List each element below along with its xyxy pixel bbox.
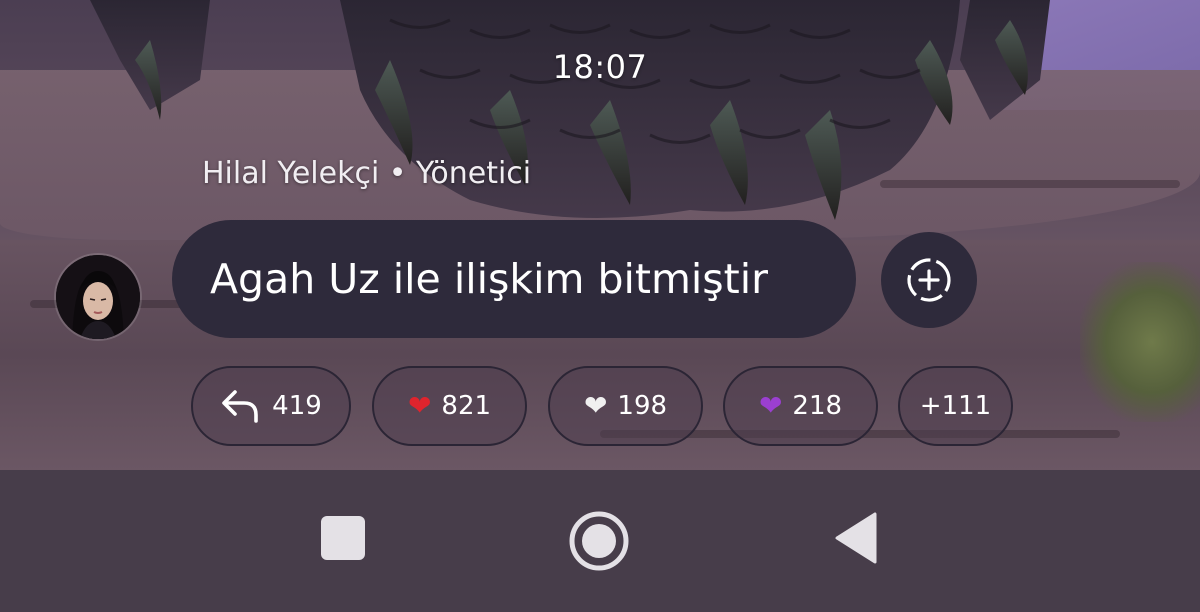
reaction-red-heart[interactable]: ❤ 821: [372, 366, 527, 446]
home-button[interactable]: [566, 508, 632, 574]
reaction-count: 821: [441, 391, 492, 421]
reaction-count: 198: [617, 391, 668, 421]
add-circle-dashed-icon: [907, 258, 951, 302]
white-heart-icon: ❤: [583, 389, 608, 422]
avatar[interactable]: [56, 255, 140, 339]
square-icon: [321, 516, 365, 560]
back-button[interactable]: [828, 510, 884, 566]
recents-button[interactable]: [313, 508, 373, 568]
reaction-purple-heart[interactable]: ❤ 218: [723, 366, 878, 446]
moss-patch: [1080, 262, 1200, 422]
reaction-count: 218: [792, 391, 843, 421]
avatar-portrait: [56, 255, 140, 339]
reaction-white-heart[interactable]: ❤ 198: [548, 366, 703, 446]
purple-heart-icon: ❤: [758, 389, 783, 422]
triangle-back-icon: [835, 512, 877, 564]
message-bubble[interactable]: Agah Uz ile ilişkim bitmiştir: [172, 220, 856, 338]
reply-count-button[interactable]: 419: [191, 366, 351, 446]
claws-illustration: [90, 0, 1050, 220]
more-reactions-count: +111: [919, 391, 992, 421]
navigation-bar: [0, 470, 1200, 612]
circle-home-icon: [569, 511, 629, 571]
sender-name: Hilal Yelekçi • Yönetici: [202, 156, 532, 191]
red-heart-icon: ❤: [407, 389, 432, 422]
add-reaction-button[interactable]: [881, 232, 977, 328]
reply-arrow-icon: [222, 390, 258, 423]
status-time: 18:07: [552, 48, 648, 86]
more-reactions-button[interactable]: +111: [898, 366, 1013, 446]
message-text: Agah Uz ile ilişkim bitmiştir: [210, 255, 768, 303]
reply-count: 419: [272, 391, 322, 421]
